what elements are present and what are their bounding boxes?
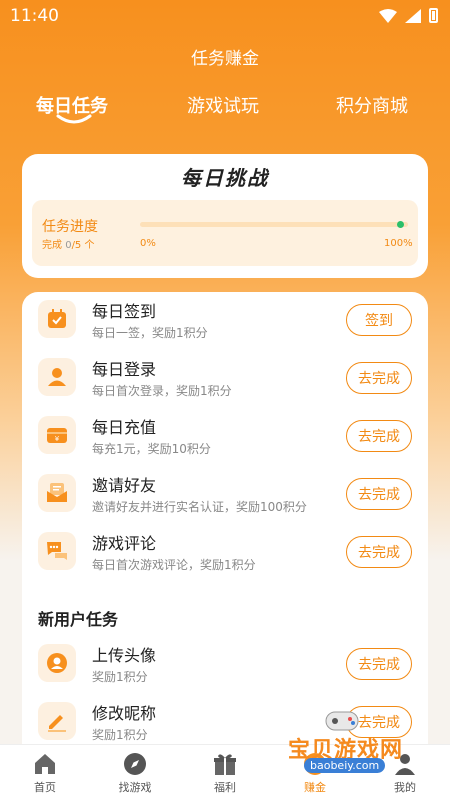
watermark-url: baobeiy.com: [304, 758, 386, 773]
challenge-title: 每日挑战: [181, 166, 269, 190]
task-title: 每日充值: [92, 418, 157, 437]
comment-icon: [38, 532, 76, 570]
task-description: 每日一签，奖励1积分: [92, 326, 208, 340]
task-row-upload-avatar: 上传头像 奖励1积分 去完成: [22, 636, 428, 694]
svg-text:¥: ¥: [55, 435, 60, 443]
invite-mail-icon: [38, 474, 76, 512]
task-description: 邀请好友并进行实名认证，奖励100积分: [92, 500, 307, 514]
progress-bar: [140, 221, 408, 228]
progress-min-label: 0%: [140, 238, 156, 249]
task-title: 每日签到: [92, 302, 157, 321]
task-title: 游戏评论: [92, 534, 157, 553]
signal-icon: [405, 8, 421, 23]
nav-label: 找游戏: [118, 781, 152, 794]
nav-label: 首页: [34, 781, 56, 794]
sign-in-button[interactable]: 签到: [346, 304, 412, 336]
page-title: 任务赚金: [191, 49, 259, 69]
go-complete-button[interactable]: 去完成: [346, 420, 412, 452]
task-title: 每日登录: [92, 360, 157, 379]
nav-label: 赚金: [304, 781, 326, 794]
task-title: 上传头像: [92, 646, 157, 665]
progress-panel: 任务进度 完成 0/5 个 0% 100%: [32, 200, 418, 266]
status-bar: 11:40: [0, 0, 450, 32]
gamepad-icon: [325, 711, 359, 731]
gift-icon: [214, 754, 236, 775]
status-time: 11:40: [10, 6, 59, 26]
site-watermark: 宝贝游戏网 baobeiy.com: [278, 700, 428, 780]
task-row-invite: 邀请好友 邀请好友并进行实名认证，奖励100积分 去完成: [22, 466, 428, 524]
task-row-sign-in: 每日签到 每日一签，奖励1积分 签到: [22, 292, 428, 350]
task-list-card: 每日签到 每日一签，奖励1积分 签到 每日登录 每日首次登录，奖励1积分 去完成…: [22, 292, 428, 752]
tab-points-mall[interactable]: 积分商城: [336, 92, 408, 118]
nav-find-games[interactable]: 找游戏: [100, 751, 170, 795]
edit-icon: [38, 702, 76, 740]
task-description: 奖励1积分: [92, 728, 148, 742]
calendar-check-icon: [38, 300, 76, 338]
task-title: 修改昵称: [92, 704, 157, 723]
nav-label: 福利: [214, 781, 236, 794]
wallet-icon: ¥: [38, 416, 76, 454]
go-complete-button[interactable]: 去完成: [346, 536, 412, 568]
nav-home[interactable]: 首页: [10, 751, 80, 795]
progress-label: 任务进度: [42, 219, 98, 235]
wifi-icon: [379, 8, 397, 23]
battery-icon: [429, 8, 438, 23]
avatar-icon: [38, 644, 76, 682]
task-row-login: 每日登录 每日首次登录，奖励1积分 去完成: [22, 350, 428, 408]
task-row-comment: 游戏评论 每日首次游戏评论，奖励1积分 去完成: [22, 524, 428, 582]
task-description: 每日首次登录，奖励1积分: [92, 384, 232, 398]
home-icon: [35, 754, 55, 774]
progress-end-dot: [397, 221, 404, 228]
progress-max-label: 100%: [384, 238, 413, 249]
nav-label: 我的: [394, 781, 416, 794]
task-description: 奖励1积分: [92, 670, 148, 684]
active-tab-indicator: [56, 114, 92, 124]
go-complete-button[interactable]: 去完成: [346, 478, 412, 510]
user-icon: [38, 358, 76, 396]
task-title: 邀请好友: [92, 476, 157, 495]
tab-game-trial[interactable]: 游戏试玩: [187, 92, 259, 118]
compass-icon: [124, 753, 146, 775]
nav-welfare[interactable]: 福利: [190, 751, 260, 795]
task-description: 每充1元，奖励10积分: [92, 442, 211, 456]
task-row-recharge: ¥ 每日充值 每充1元，奖励10积分 去完成: [22, 408, 428, 466]
go-complete-button[interactable]: 去完成: [346, 362, 412, 394]
task-description: 每日首次游戏评论，奖励1积分: [92, 558, 256, 572]
daily-challenge-card: 每日挑战 任务进度 完成 0/5 个 0% 100%: [22, 154, 428, 278]
go-complete-button[interactable]: 去完成: [346, 648, 412, 680]
progress-count: 完成 0/5 个: [42, 240, 95, 251]
new-user-section-title: 新用户任务: [38, 610, 119, 629]
